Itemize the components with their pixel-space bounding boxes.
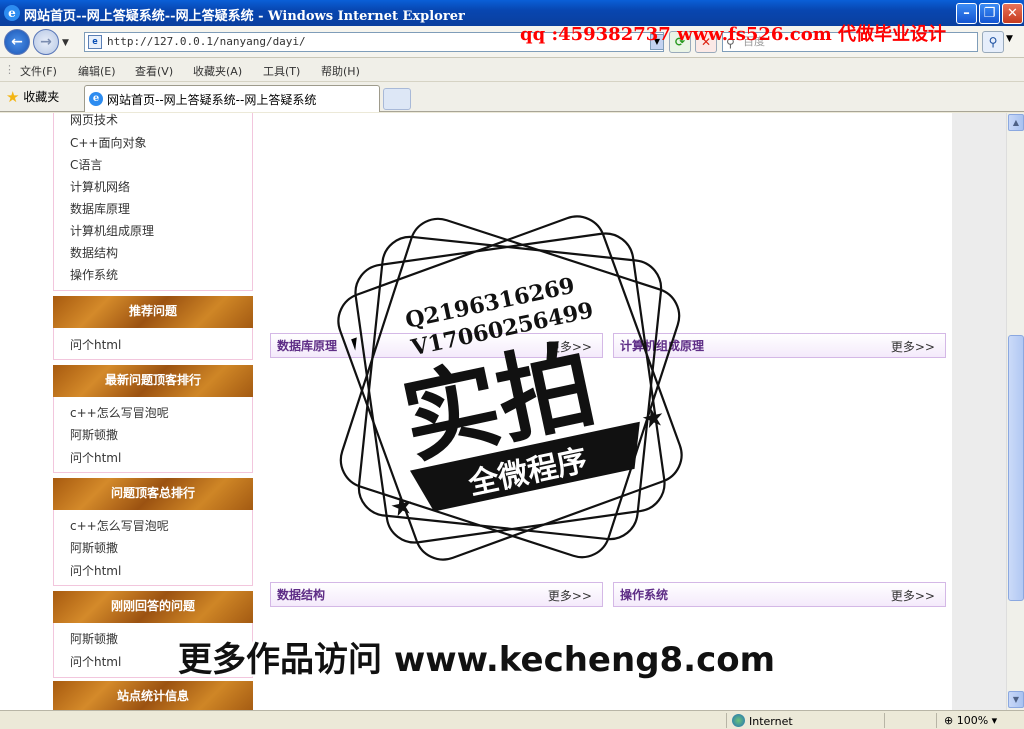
favorites-label: 收藏夹	[23, 90, 60, 104]
stamp-star-icon: ★	[639, 402, 668, 436]
stamp-watermark: Q2196316269 V17060256499 实拍 全微程序 ★ ★	[337, 215, 683, 561]
top-header: 问题顶客总排行	[53, 478, 253, 510]
window-title: 网站首页--网上答疑系统--网上答疑系统 - Windows Internet …	[24, 9, 465, 24]
menu-tools[interactable]: 工具(T)	[263, 63, 300, 79]
scroll-up-button[interactable]: ▲	[1008, 114, 1024, 131]
list-item[interactable]: 问个html	[70, 562, 121, 579]
category-item[interactable]: 计算机网络	[70, 178, 130, 195]
zoom-dropdown-icon: ▾	[991, 714, 998, 727]
box-operating-system: 操作系统 更多>>	[613, 582, 946, 607]
scroll-thumb[interactable]	[1008, 335, 1024, 601]
tab-home[interactable]: e 网站首页--网上答疑系统--网上答疑系统	[84, 85, 380, 112]
restore-button[interactable]: ❐	[979, 3, 1000, 24]
list-item[interactable]: 问个html	[70, 653, 121, 670]
toolbar-grip-icon: ⋮	[4, 63, 15, 76]
list-item[interactable]: 问个html	[70, 336, 121, 353]
search-icon: ⚲	[988, 35, 998, 49]
more-link[interactable]: 更多>>	[891, 338, 935, 355]
category-item[interactable]: C语言	[70, 156, 102, 173]
favorites-button[interactable]: ★ 收藏夹	[6, 88, 59, 106]
top-list: c++怎么写冒泡呢 阿斯顿撒 问个html	[53, 510, 253, 586]
vertical-scrollbar[interactable]: ▲ ▼	[1006, 113, 1024, 710]
scroll-down-button[interactable]: ▼	[1008, 691, 1024, 708]
forward-button[interactable]: →	[33, 29, 59, 55]
forward-arrow-icon: →	[40, 34, 52, 50]
security-zone[interactable]: Internet	[732, 714, 793, 728]
page-icon: e	[88, 35, 102, 49]
list-item[interactable]: 问个html	[70, 449, 121, 466]
status-separator	[884, 713, 885, 728]
ie-logo-icon: e	[4, 5, 20, 21]
answered-header: 刚刚回答的问题	[53, 591, 253, 623]
tab-bar: ★ 收藏夹 e 网站首页--网上答疑系统--网上答疑系统	[0, 82, 1024, 112]
box-title[interactable]: 数据结构	[277, 586, 325, 603]
category-item[interactable]: 数据库原理	[70, 200, 130, 217]
zoom-control[interactable]: ⊕ 100% ▾	[944, 714, 997, 727]
menu-bar: ⋮ 文件(F) 编辑(E) 查看(V) 收藏夹(A) 工具(T) 帮助(H)	[0, 58, 1024, 82]
more-link[interactable]: 更多>>	[891, 587, 935, 604]
qq-watermark: qq :459382737 www.fs526.com 代做毕业设计	[520, 24, 947, 45]
back-button[interactable]: ←	[4, 29, 30, 55]
search-dropdown-icon[interactable]: ▼	[1006, 34, 1013, 44]
ie-tab-icon: e	[89, 92, 103, 106]
close-button[interactable]: ✕	[1002, 3, 1023, 24]
category-item[interactable]: 操作系统	[70, 266, 118, 283]
category-item[interactable]: 计算机组成原理	[70, 222, 154, 239]
category-item[interactable]: 网页技术	[70, 113, 118, 128]
list-item[interactable]: 阿斯顿撒	[70, 426, 118, 443]
page-viewport: 网页技术 C++面向对象 C语言 计算机网络 数据库原理 计算机组成原理 数据结…	[0, 113, 1006, 710]
search-button[interactable]: ⚲	[982, 31, 1004, 53]
box-title[interactable]: 数据库原理	[277, 337, 337, 354]
more-link[interactable]: 更多>>	[548, 587, 592, 604]
history-dropdown-icon[interactable]: ▼	[62, 38, 69, 48]
list-item[interactable]: c++怎么写冒泡呢	[70, 404, 169, 421]
menu-view[interactable]: 查看(V)	[135, 63, 173, 79]
menu-edit[interactable]: 编辑(E)	[78, 63, 116, 79]
new-tab-button[interactable]	[383, 88, 411, 110]
zone-label: Internet	[749, 715, 793, 728]
category-list: 网页技术 C++面向对象 C语言 计算机网络 数据库原理 计算机组成原理 数据结…	[53, 113, 253, 291]
box-title[interactable]: 操作系统	[620, 586, 668, 603]
star-icon: ★	[6, 88, 20, 106]
list-item[interactable]: 阿斯顿撒	[70, 539, 118, 556]
list-item[interactable]: 阿斯顿撒	[70, 630, 118, 647]
tab-title: 网站首页--网上答疑系统--网上答疑系统	[107, 93, 317, 107]
stats-header: 站点统计信息	[53, 681, 253, 710]
status-bar: Internet ⊕ 100% ▾	[0, 710, 1024, 729]
minimize-button[interactable]: –	[956, 3, 977, 24]
list-item[interactable]: c++怎么写冒泡呢	[70, 517, 169, 534]
zoom-level: 100%	[956, 714, 989, 727]
sidebar: 网页技术 C++面向对象 C语言 计算机网络 数据库原理 计算机组成原理 数据结…	[53, 113, 253, 710]
box-data-structure: 数据结构 更多>>	[270, 582, 603, 607]
recommended-header: 推荐问题	[53, 296, 253, 328]
menu-file[interactable]: 文件(F)	[20, 63, 57, 79]
stamp-star-icon: ★	[388, 490, 417, 524]
back-arrow-icon: ←	[11, 34, 23, 50]
globe-icon	[732, 714, 745, 727]
menu-favorites[interactable]: 收藏夹(A)	[193, 63, 242, 79]
latest-header: 最新问题顶客排行	[53, 365, 253, 397]
address-text: http://127.0.0.1/nanyang/dayi/	[107, 35, 306, 48]
category-item[interactable]: 数据结构	[70, 244, 118, 261]
menu-help[interactable]: 帮助(H)	[321, 63, 360, 79]
zoom-icon: ⊕	[944, 714, 954, 727]
category-item[interactable]: C++面向对象	[70, 134, 147, 151]
status-separator	[726, 713, 727, 728]
bottom-watermark: 更多作品访问 www.kecheng8.com	[178, 640, 776, 680]
status-separator	[936, 713, 937, 728]
recommended-list: 问个html	[53, 328, 253, 360]
latest-list: c++怎么写冒泡呢 阿斯顿撒 问个html	[53, 397, 253, 473]
